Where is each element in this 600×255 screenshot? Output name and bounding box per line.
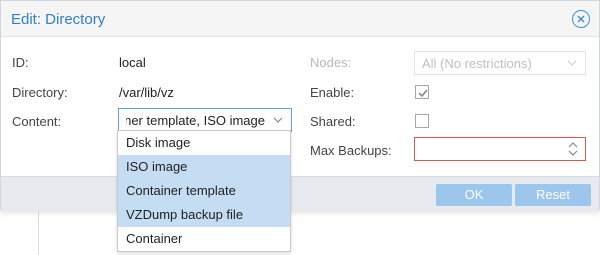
content-dropdown-list: Disk image ISO image Container template … (117, 130, 291, 252)
max-backups-label: Max Backups: (310, 143, 392, 158)
spinner-up-down-icon[interactable] (567, 141, 579, 157)
max-backups-input[interactable] (414, 137, 586, 161)
chevron-down-icon[interactable] (273, 115, 283, 125)
reset-button[interactable]: Reset (515, 184, 591, 206)
dropdown-option-container[interactable]: Container (118, 227, 290, 251)
directory-value: /var/lib/vz (119, 85, 174, 100)
content-combobox[interactable]: Container template, ISO image (118, 108, 292, 132)
ok-button[interactable]: OK (436, 184, 512, 206)
dialog-titlebar: Edit: Directory (1, 1, 599, 37)
check-icon (418, 89, 428, 98)
content-label: Content: (12, 114, 62, 129)
content-combobox-value: Container template, ISO image (126, 113, 265, 128)
enable-label: Enable: (310, 85, 355, 100)
directory-label: Directory: (12, 85, 68, 100)
dropdown-option-vzdump-backup-file[interactable]: VZDump backup file (118, 203, 290, 227)
enable-checkbox[interactable] (415, 85, 429, 99)
background-divider (38, 210, 39, 255)
chevron-down-icon (567, 60, 577, 66)
shared-checkbox[interactable] (415, 114, 429, 128)
nodes-combobox: All (No restrictions) (414, 51, 586, 75)
nodes-combobox-value: All (No restrictions) (422, 56, 532, 71)
dialog-title: Edit: Directory (11, 11, 106, 28)
dropdown-option-container-template[interactable]: Container template (118, 179, 290, 203)
nodes-label: Nodes: (310, 55, 352, 70)
id-value: local (119, 55, 146, 70)
dropdown-option-disk-image[interactable]: Disk image (118, 131, 290, 155)
background-page (0, 210, 600, 255)
dialog-footer: OK Reset (1, 176, 599, 211)
edit-directory-dialog: Edit: Directory ID: local Directory: /va… (0, 0, 600, 211)
dropdown-option-iso-image[interactable]: ISO image (118, 155, 290, 179)
close-icon[interactable] (572, 10, 590, 28)
id-label: ID: (12, 55, 29, 70)
shared-label: Shared: (310, 114, 356, 129)
